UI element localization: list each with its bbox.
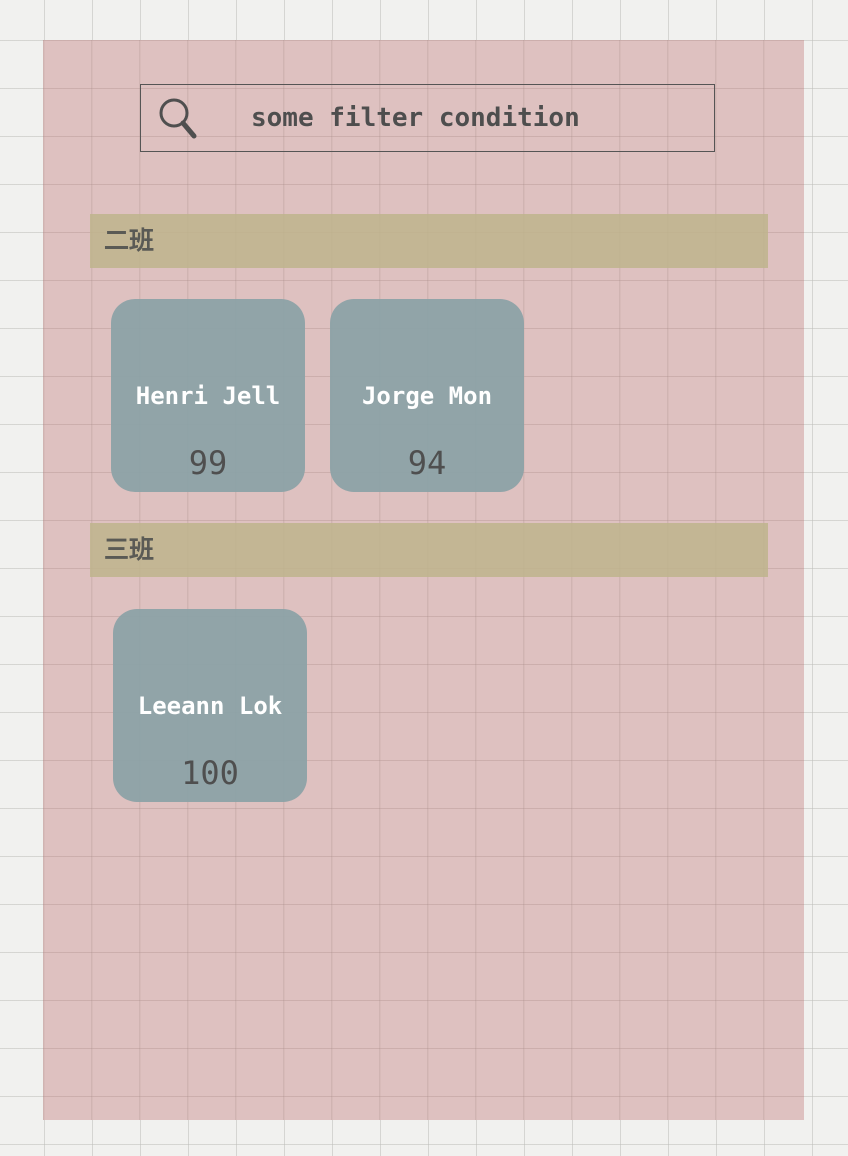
group-header-class-3: 三班 xyxy=(90,523,768,577)
group-header-class-2: 二班 xyxy=(90,214,768,268)
search-input[interactable] xyxy=(251,101,691,135)
student-name: Henri Jell xyxy=(135,382,281,410)
search-icon xyxy=(159,98,197,139)
student-card[interactable]: Jorge Mon 94 xyxy=(330,299,524,492)
student-score: 94 xyxy=(407,444,447,482)
student-name: Jorge Mon xyxy=(361,382,493,410)
student-card[interactable]: Leeann Lok 100 xyxy=(113,609,307,802)
student-card[interactable]: Henri Jell 99 xyxy=(111,299,305,492)
student-score: 100 xyxy=(181,754,239,792)
search-bar[interactable] xyxy=(140,84,715,152)
student-name: Leeann Lok xyxy=(137,692,283,720)
student-score: 99 xyxy=(188,444,228,482)
student-panel: 二班 Henri Jell 99 Jorge Mon 94 三班 Leeann … xyxy=(43,40,804,1120)
